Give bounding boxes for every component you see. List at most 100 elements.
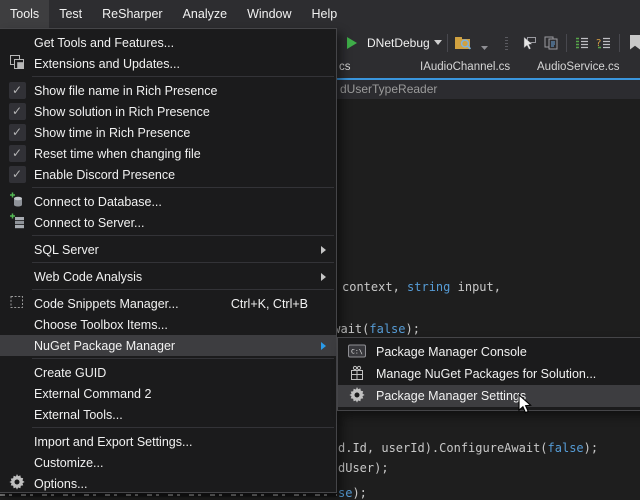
menu-separator: [32, 262, 334, 263]
snippets-icon: [9, 294, 25, 313]
code-segment: d.Id, userId).ConfigureAwait(: [338, 441, 548, 455]
editor-tab[interactable]: AudioService.cs: [537, 57, 619, 78]
menubar-item[interactable]: ReSharper: [92, 0, 172, 28]
menu-item-label: Connect to Server...: [34, 216, 308, 230]
toolbar-separator: [619, 34, 620, 52]
menu-item-label: Show solution in Rich Presence: [34, 105, 308, 119]
submenu-item-label: Package Manager Console: [376, 345, 640, 359]
menu-item[interactable]: Extensions and Updates...: [0, 53, 336, 74]
svg-text:C:\: C:\: [351, 347, 363, 355]
check-icon: ✓: [9, 166, 26, 183]
submenu-arrow-icon: [320, 272, 336, 282]
editor-breadcrumb[interactable]: dUserTypeReader: [337, 80, 640, 99]
code-line: se);: [338, 486, 367, 500]
bookmark-icon[interactable]: [625, 33, 640, 53]
code-segment: input,: [450, 280, 501, 294]
menu-item[interactable]: ✓ Show time in Rich Presence: [0, 122, 336, 143]
submenu-item[interactable]: Manage NuGet Packages for Solution...: [338, 363, 640, 385]
console-icon: C:\: [348, 344, 366, 361]
menu-item[interactable]: ✓ Enable Discord Presence: [0, 164, 336, 185]
format-document-icon[interactable]: [572, 33, 592, 53]
menubar-item[interactable]: Test: [49, 0, 92, 28]
code-segment: se: [338, 486, 352, 500]
nuget-packages-icon: [349, 365, 365, 384]
menu-item[interactable]: Choose Toolbox Items...: [0, 314, 336, 335]
menubar-item[interactable]: Analyze: [173, 0, 237, 28]
menu-item[interactable]: External Tools...: [0, 404, 336, 425]
menu-item-label: Show time in Rich Presence: [34, 126, 308, 140]
menu-bar: ToolsTestReSharperAnalyzeWindowHelp: [0, 0, 640, 28]
organize-usings-icon[interactable]: ?: [594, 33, 614, 53]
nuget-submenu: C:\ Package Manager Console Manage NuGet…: [337, 337, 640, 411]
mouse-cursor: [517, 394, 533, 421]
menu-item-label: External Tools...: [34, 408, 308, 422]
menu-separator: [32, 187, 334, 188]
code-segment: );: [584, 441, 598, 455]
menu-item[interactable]: Get Tools and Features...: [0, 32, 336, 53]
tools-menu-dropdown: Get Tools and Features... Extensions and…: [0, 28, 337, 493]
menu-item-label: Get Tools and Features...: [34, 36, 308, 50]
code-segment: );: [406, 322, 420, 336]
menu-item[interactable]: ✓ Show file name in Rich Presence: [0, 80, 336, 101]
caret-down-icon[interactable]: [433, 33, 443, 53]
find-in-files-icon[interactable]: [453, 33, 473, 53]
menu-item[interactable]: SQL Server: [0, 239, 336, 260]
check-icon: ✓: [9, 82, 26, 99]
editor-tab[interactable]: cs: [339, 57, 351, 78]
menu-item[interactable]: ✓ Show solution in Rich Presence: [0, 101, 336, 122]
code-segment: string: [407, 280, 450, 294]
code-segment: context,: [342, 280, 407, 294]
check-icon: ✓: [9, 103, 26, 120]
database-add-icon: [9, 192, 25, 211]
menubar-item[interactable]: Window: [237, 0, 301, 28]
menu-item[interactable]: NuGet Package Manager: [0, 335, 336, 356]
submenu-item[interactable]: Package Manager Settings: [338, 385, 640, 407]
menu-item-label: Connect to Database...: [34, 195, 308, 209]
menu-item-label: Code Snippets Manager...: [34, 297, 231, 311]
extensions-icon: [9, 54, 25, 73]
menu-item[interactable]: Code Snippets Manager... Ctrl+K, Ctrl+B: [0, 293, 336, 314]
menu-item-label: Enable Discord Presence: [34, 168, 308, 182]
menu-item[interactable]: Options...: [0, 473, 336, 494]
code-line: context, string input,: [342, 280, 501, 294]
check-icon: ✓: [9, 145, 26, 162]
menu-item[interactable]: ✓ Reset time when changing file: [0, 143, 336, 164]
gear-icon: [349, 387, 365, 406]
menu-separator: [32, 427, 334, 428]
menu-item-label: Reset time when changing file: [34, 147, 308, 161]
run-configuration-label[interactable]: DNetDebug: [367, 36, 430, 50]
menu-item-label: Show file name in Rich Presence: [34, 84, 308, 98]
menu-item-label: Extensions and Updates...: [34, 57, 308, 71]
code-segment: false: [369, 322, 405, 336]
menu-item[interactable]: Connect to Database...: [0, 191, 336, 212]
menubar-item[interactable]: Tools: [0, 0, 49, 28]
code-segment: false: [548, 441, 584, 455]
menu-item-label: Customize...: [34, 456, 308, 470]
submenu-item[interactable]: C:\ Package Manager Console: [338, 341, 640, 363]
menu-item[interactable]: Web Code Analysis: [0, 266, 336, 287]
menubar-item[interactable]: Help: [302, 0, 348, 28]
gear-icon: [9, 474, 25, 493]
code-segment: dUser);: [338, 461, 389, 475]
menu-item[interactable]: Connect to Server...: [0, 212, 336, 233]
navigate-to-icon[interactable]: [519, 33, 539, 53]
copy-lines-icon[interactable]: [541, 33, 561, 53]
submenu-item-label: Package Manager Settings: [376, 389, 640, 403]
menu-item[interactable]: Create GUID: [0, 362, 336, 383]
overflow-caret-icon[interactable]: [475, 33, 495, 53]
submenu-item-label: Manage NuGet Packages for Solution...: [376, 367, 640, 381]
menu-item[interactable]: Customize...: [0, 452, 336, 473]
menu-item-label: Create GUID: [34, 366, 308, 380]
submenu-arrow-icon: [320, 341, 336, 351]
menu-item-label: SQL Server: [34, 243, 308, 257]
standard-toolbar: DNetDebug ?: [337, 28, 640, 57]
menu-item[interactable]: Import and Export Settings...: [0, 431, 336, 452]
dots-handle-icon[interactable]: [497, 33, 517, 53]
code-line: d.Id, userId).ConfigureAwait(false);: [338, 441, 598, 455]
editor-tab[interactable]: IAudioChannel.cs: [420, 57, 510, 78]
menu-separator: [32, 358, 334, 359]
menu-item[interactable]: External Command 2: [0, 383, 336, 404]
editor-tab-strip: cs IAudioChannel.cs AudioService.cs: [337, 57, 640, 80]
menu-separator: [32, 289, 334, 290]
run-play-icon[interactable]: [342, 33, 362, 53]
